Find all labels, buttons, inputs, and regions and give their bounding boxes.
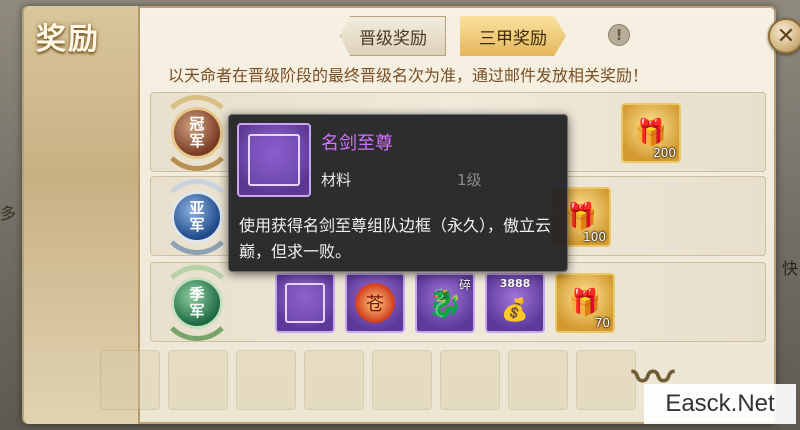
shard-mark: 碎 [458, 278, 471, 292]
info-icon[interactable]: ! [608, 24, 630, 46]
item-top-label: 3888 [499, 277, 531, 290]
tab-top-three-reward[interactable]: 三甲奖励 [460, 16, 566, 56]
dialog-title: 奖励 [36, 22, 100, 57]
reward-item-avatar-frame[interactable] [275, 273, 335, 333]
reward-item-gift-box[interactable]: 🎁 200 [621, 103, 681, 163]
background-item-strip [100, 350, 640, 420]
gift-box-icon: 🎁 [568, 288, 602, 318]
tooltip-item-type: 材料 [321, 171, 352, 189]
rank-row-third: 季 军 苍 🐉 碎 3888 💰 🎁 70 [150, 262, 766, 342]
dragon-shard-icon: 🐉 [427, 286, 463, 320]
item-quantity: 200 [653, 146, 676, 160]
reward-item-gift-box[interactable]: 🎁 70 [555, 273, 615, 333]
item-quantity: 70 [594, 316, 610, 330]
watermark: Easck.Net [644, 384, 796, 424]
gift-box-icon: 🎁 [564, 202, 598, 232]
tab-label: 三甲奖励 [479, 28, 547, 49]
avatar-frame-icon [248, 134, 300, 186]
item-quantity: 100 [583, 230, 606, 244]
third-place-medal-icon: 季 军 [157, 263, 237, 343]
money-bag-icon: 💰 [501, 297, 529, 323]
runner-up-medal-icon: 亚 军 [157, 177, 237, 257]
red-orb-icon: 苍 [355, 283, 395, 323]
item-tooltip: 名剑至尊 材料 1级 使用获得名剑至尊组队边框（永久），傲立云巅，但求一败。 [228, 114, 568, 272]
gift-box-icon: 🎁 [634, 118, 668, 148]
close-icon: ✕ [776, 23, 796, 49]
close-button[interactable]: ✕ [768, 18, 800, 54]
reward-notice: 以天命者在晋级阶段的最终晋级名次为准，通过邮件发放相关奖励！ [168, 66, 649, 85]
tooltip-item-name: 名剑至尊 [321, 133, 393, 154]
tooltip-item-level: 1级 [457, 171, 482, 189]
tooltip-item-icon [237, 123, 311, 197]
champion-medal-icon: 冠 军 [157, 93, 237, 173]
reward-item-dragon-shard[interactable]: 🐉 碎 [415, 273, 475, 333]
reward-item-money-bag[interactable]: 3888 💰 [485, 273, 545, 333]
background-left-text: 多 [0, 204, 17, 223]
tab-label: 晋级奖励 [359, 28, 427, 49]
tab-promotion-reward[interactable]: 晋级奖励 [340, 16, 446, 56]
reward-item-red-orb[interactable]: 苍 [345, 273, 405, 333]
tooltip-item-description: 使用获得名剑至尊组队边框（永久），傲立云巅，但求一败。 [239, 216, 552, 261]
avatar-frame-icon [285, 283, 325, 323]
background-right-text: 快 [781, 259, 798, 278]
